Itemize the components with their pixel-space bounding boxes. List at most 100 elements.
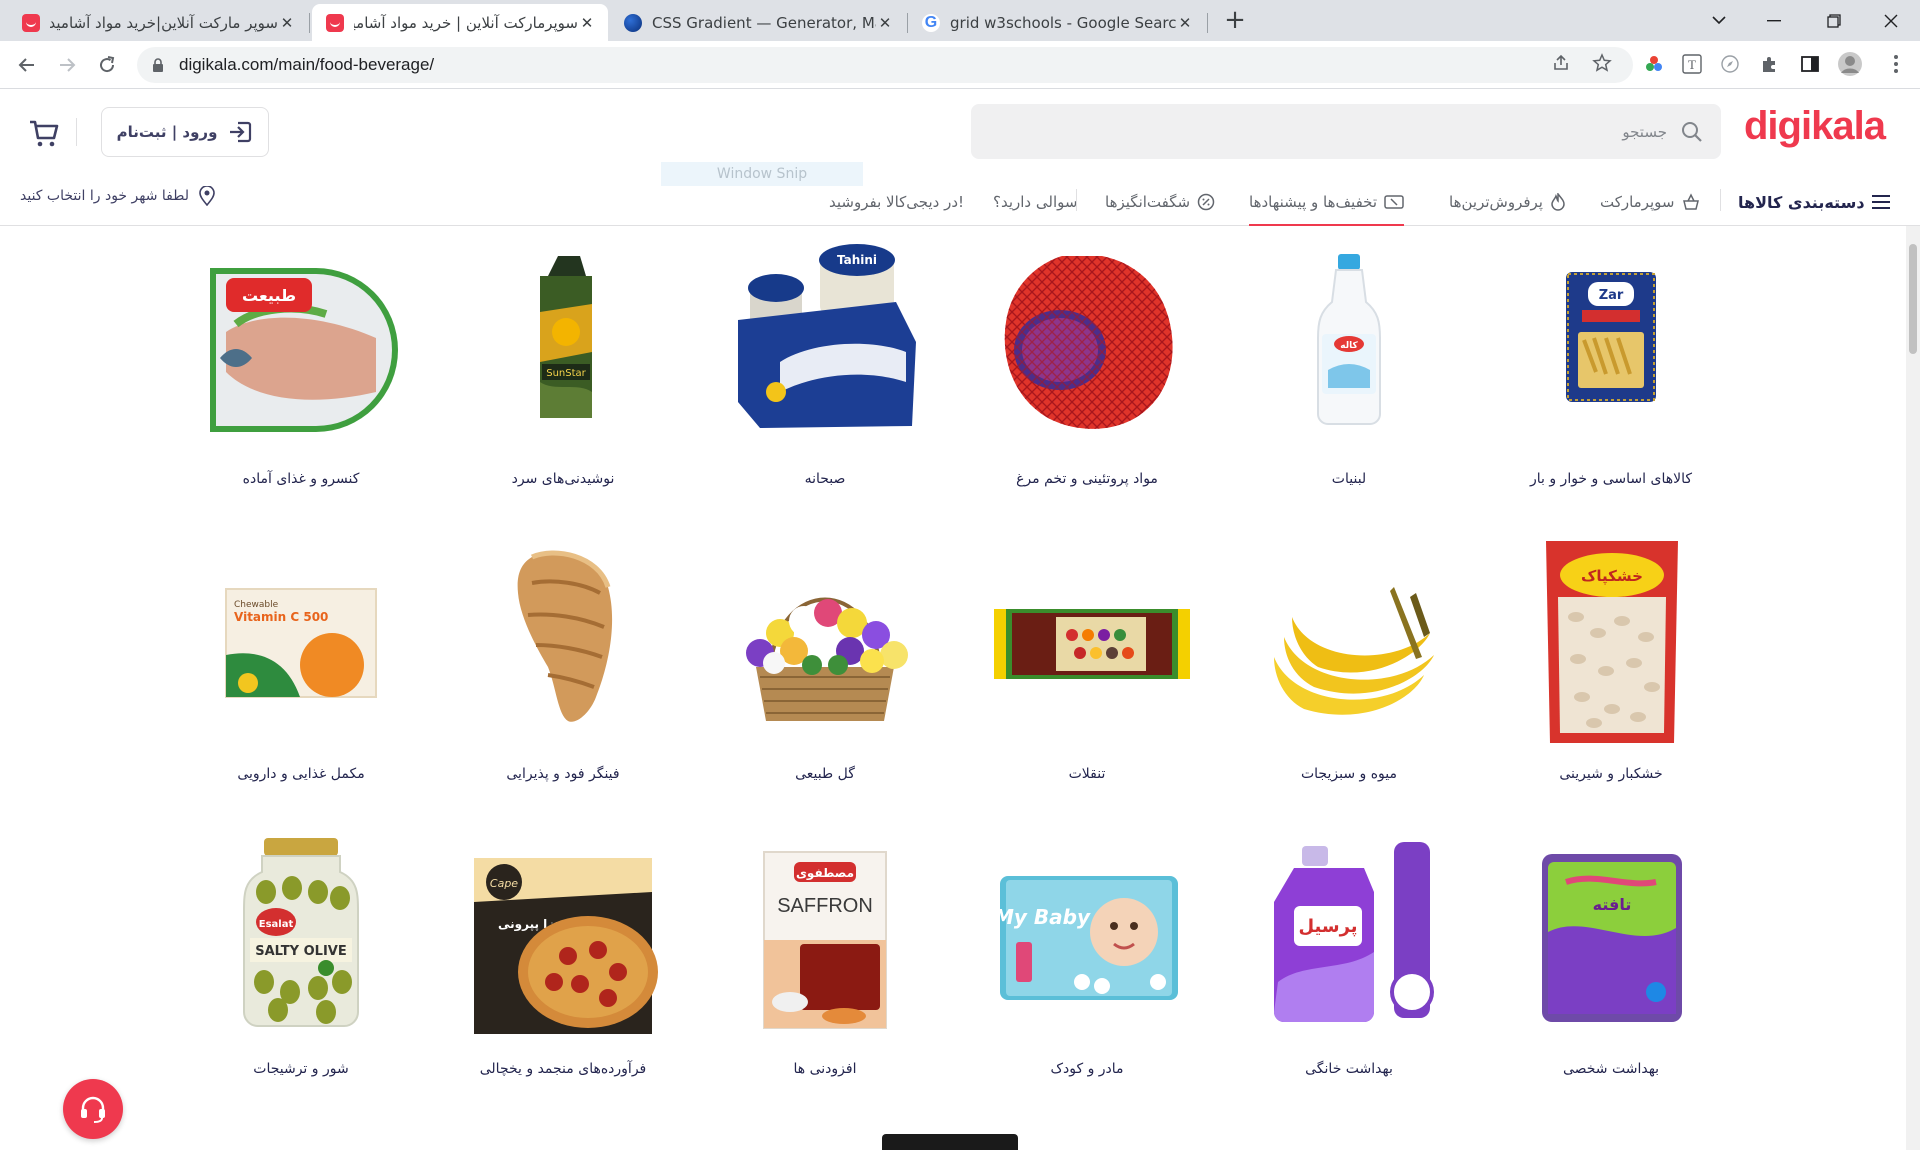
saffron-word: SAFFRON [777,895,873,917]
category-card[interactable]: فینگر فود و پذیرایی [443,537,683,782]
nav-bestsellers[interactable]: پرفروش‌ترین‌ها [1449,178,1566,226]
close-tab-icon[interactable]: ✕ [278,14,296,32]
nav-sell-on-digikala[interactable]: در دیجی‌کالا بفروشید! [829,178,964,226]
share-icon[interactable] [1547,49,1575,77]
category-card[interactable]: میوه و سبزیجات [1229,537,1469,782]
category-card[interactable]: Cape پیتزا پپرونی فرآورده‌های منجمد و یخ… [443,832,683,1077]
category-label: لبنیات [1331,471,1367,487]
cart-icon[interactable] [27,116,61,150]
category-card[interactable]: My Baby مادر و کودک [967,832,1207,1077]
side-panel-icon[interactable] [1796,50,1824,78]
search-icon [1682,121,1702,142]
lock-icon[interactable] [151,58,165,72]
close-tab-icon[interactable]: ✕ [1176,14,1194,32]
browser-tab[interactable]: G grid w3schools - Google Search ✕ [908,4,1206,41]
category-label: فرآورده‌های منجمد و یخچالی [479,1061,647,1077]
category-label: بهداشت خانگی [1305,1061,1393,1077]
category-label: خشکبار و شیرینی [1559,766,1663,782]
tab-title: CSS Gradient — Generator, Maker [652,13,876,32]
browser-tab-active[interactable]: سوپرمارکت آنلاین | خرید مواد آشامیدنی ✕ [312,4,608,41]
close-tab-icon[interactable]: ✕ [578,14,596,32]
saffron-product-image: مصطفوی SAFFRON [720,832,930,1042]
category-label: کنسرو و غذای آماده [242,471,360,487]
minimize-icon[interactable] [1745,0,1803,41]
nav-label: شگفت‌انگیزها [1105,193,1191,211]
category-card[interactable]: Esalat SALTY OLIVE شور و ترشیجات [181,832,421,1077]
color-picker-extension-icon[interactable] [1640,50,1668,78]
browser-menu-icon[interactable] [1882,50,1910,78]
category-card[interactable]: مصطفوی SAFFRON افزودنی ها [705,832,945,1077]
profile-avatar[interactable] [1836,50,1864,78]
nav-supermarket[interactable]: سوپرمارکت [1600,178,1700,226]
reload-icon[interactable] [91,49,123,81]
digikala-logo[interactable]: digikala [1744,104,1886,149]
nav-faq[interactable]: سوالی دارید؟ [993,178,1077,226]
category-card[interactable]: SunStar نوشیدنی‌های سرد [443,242,683,487]
category-card[interactable]: تنقلات [967,537,1207,782]
tahini-brand: Tahini [837,253,877,267]
forward-icon[interactable] [51,49,83,81]
close-tab-icon[interactable]: ✕ [876,14,894,32]
croissant-product-image [458,537,668,747]
compass-extension-icon[interactable] [1716,50,1744,78]
sausage-product-image [982,242,1192,452]
category-card[interactable]: طبیعت کنسرو و غذای آماده [181,242,421,487]
city-selector[interactable]: لطفا شهر خود را انتخاب کنید [20,184,215,208]
tab-search-icon[interactable] [1690,0,1748,41]
nav-label: در دیجی‌کالا بفروشید! [829,193,965,211]
pasta-product-image: Zar [1506,242,1716,452]
browser-toolbar: digikala.com/main/food-beverage/ T [0,41,1920,89]
close-window-icon[interactable] [1862,0,1920,41]
detergent-product-image: پرسیل [1244,832,1454,1042]
nav-categories[interactable]: دسته‌بندی کالاها [1738,178,1890,226]
new-tab-button[interactable]: + [1220,6,1250,36]
olive-brand: Esalat [259,919,294,930]
category-card[interactable]: Zar کالاهای اساسی و خوار و بار [1491,242,1731,487]
tahini-product-image: Tahini [720,242,930,452]
scroll-thumb[interactable] [1909,244,1917,354]
browser-tab[interactable]: CSS Gradient — Generator, Maker ✕ [610,4,906,41]
category-card[interactable]: کاله لبنیات [1229,242,1469,487]
category-label: افزودنی ها [793,1061,857,1077]
tab-separator [309,13,310,33]
category-label: کالاهای اساسی و خوار و بار [1529,471,1693,487]
nav-categories-label: دسته‌بندی کالاها [1738,192,1865,212]
nav-offers[interactable]: تخفیف‌ها و پیشنهادها [1249,178,1405,226]
category-card[interactable]: مواد پروتئینی و تخم مرغ [967,242,1207,487]
sunstar-brand: SunStar [546,368,586,379]
font-extension-icon[interactable]: T [1678,50,1706,78]
tab-title: سوپرمارکت آنلاین | خرید مواد آشامیدنی [354,13,578,32]
category-card[interactable]: پرسیل بهداشت خانگی [1229,832,1469,1077]
back-icon[interactable] [11,49,43,81]
pizza-product-image: Cape پیتزا پپرونی [458,832,668,1042]
search-input[interactable]: جستجو [1622,123,1667,141]
category-card[interactable]: Tahini صبحانه [705,242,945,487]
diaper-product-image: My Baby [982,832,1192,1042]
header-divider [76,118,77,146]
category-label: مواد پروتئینی و تخم مرغ [1016,471,1158,487]
sanitary-pad-product-image: تافته [1506,832,1716,1042]
flame-icon [1551,193,1565,211]
nav-amazing-deals[interactable]: شگفت‌انگیزها [1105,178,1215,226]
category-card[interactable]: تافته بهداشت شخصی [1491,832,1731,1077]
address-bar[interactable]: digikala.com/main/food-beverage/ [137,47,1633,83]
hamburger-icon [1871,195,1890,209]
page-scrollbar[interactable] [1906,226,1920,1150]
restore-icon[interactable] [1805,0,1863,41]
bookmark-star-icon[interactable] [1588,49,1616,77]
login-button[interactable]: ورود | ثبت‌نام [101,107,269,157]
vitamin-name: Vitamin C 500 [234,610,328,624]
browser-tab[interactable]: سوپر مارکت آنلاین|خرید مواد آشامیدنی ✕ [8,4,308,41]
extensions-puzzle-icon[interactable] [1756,50,1784,78]
browser-tab-strip: سوپر مارکت آنلاین|خرید مواد آشامیدنی ✕ س… [0,0,1920,41]
support-chat-button[interactable] [63,1079,123,1139]
saffron-brand: مصطفوی [796,866,854,881]
category-card[interactable]: گل طبیعی [705,537,945,782]
digikala-favicon [22,13,40,32]
search-box[interactable]: جستجو [971,104,1721,159]
category-label: میوه و سبزیجات [1300,766,1397,782]
category-card[interactable]: Chewable Vitamin C 500 مکمل غذایی و دارو… [181,537,421,782]
category-label: شور و ترشیجات [253,1061,349,1077]
olive-jar-product-image: Esalat SALTY OLIVE [196,832,406,1042]
category-card[interactable]: خشکپاک خشکبار و شیرینی [1491,537,1731,782]
